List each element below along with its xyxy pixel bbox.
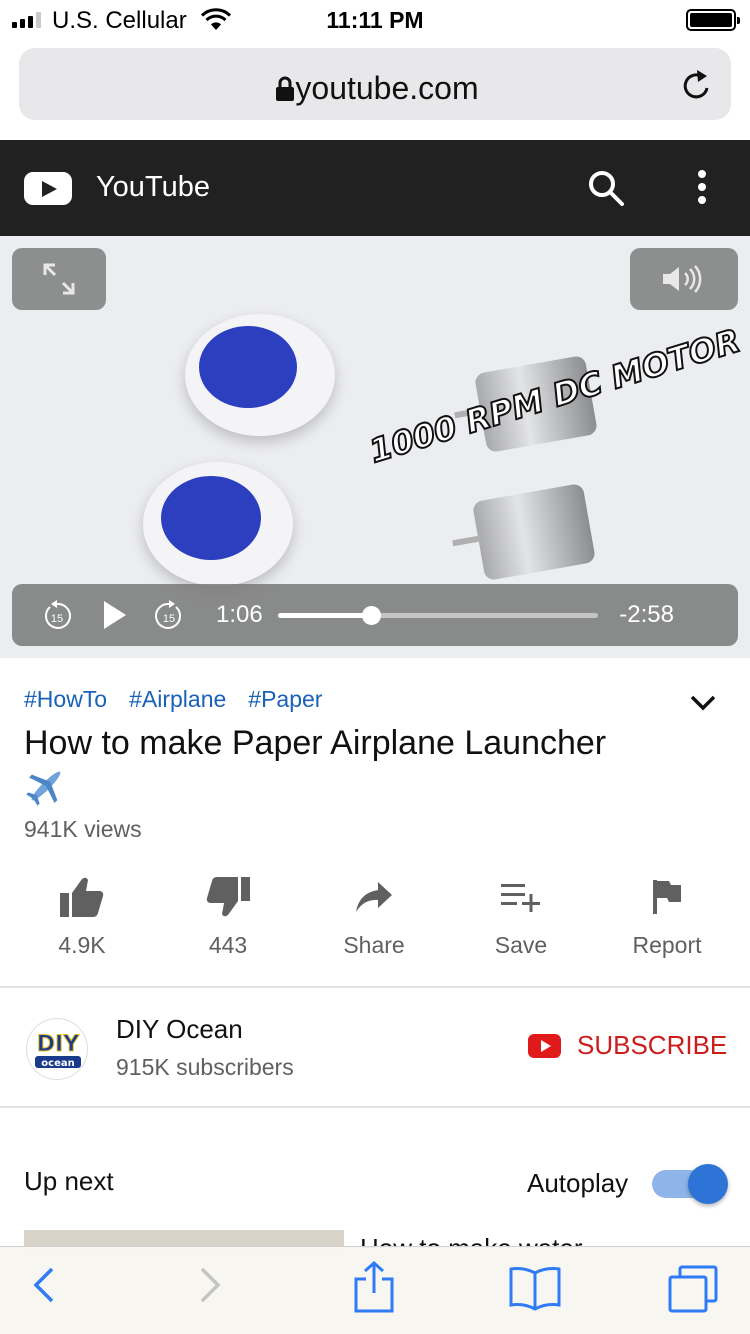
video-frame-disc — [185, 314, 335, 436]
elapsed-time: 1:06 — [216, 601, 263, 628]
hashtag-link[interactable]: #Paper — [248, 686, 322, 713]
bookmarks-icon[interactable] — [508, 1265, 562, 1316]
playback-controls: 15 15 1:06 -2:58 — [12, 584, 738, 646]
up-next-heading: Up next — [24, 1166, 114, 1196]
svg-text:DIY: DIY — [37, 1032, 80, 1057]
more-options-icon[interactable] — [696, 170, 708, 209]
play-icon[interactable] — [104, 601, 126, 629]
seek-bar[interactable] — [278, 606, 598, 625]
rewind-15-icon[interactable]: 15 — [42, 599, 72, 636]
action-bar: 4.9K 443 Share Save Report — [0, 868, 750, 968]
reload-icon[interactable] — [681, 68, 713, 107]
hashtag-link[interactable]: #Airplane — [129, 686, 226, 713]
subscribe-label: SUBSCRIBE — [577, 1030, 728, 1060]
share-label: Share — [343, 932, 405, 958]
expand-icon — [43, 263, 75, 295]
view-count: 941K views — [24, 816, 142, 842]
youtube-play-icon — [528, 1033, 561, 1058]
report-label: Report — [632, 932, 702, 958]
divider — [0, 986, 750, 988]
svg-text:15: 15 — [163, 613, 175, 625]
forward-icon[interactable] — [198, 1265, 224, 1310]
dislike-count: 443 — [208, 932, 248, 958]
seek-bar-handle[interactable] — [361, 606, 381, 625]
autoplay-toggle[interactable] — [652, 1164, 728, 1204]
share-arrow-icon — [304, 868, 444, 926]
divider — [0, 1106, 750, 1108]
remaining-time: -2:58 — [619, 601, 674, 628]
battery-icon — [686, 9, 740, 31]
status-time: 11:11 PM — [326, 7, 424, 33]
report-button[interactable]: Report — [597, 868, 737, 959]
hashtags: #HowTo #Airplane #Paper — [24, 686, 322, 713]
video-overlay-text: 1000 RPM DC MOTOR — [364, 320, 745, 471]
save-label: Save — [494, 932, 548, 958]
video-player[interactable]: 1000 RPM DC MOTOR 15 15 1:06 -2:58 — [0, 236, 750, 658]
address-bar-area: youtube.com — [0, 40, 750, 140]
chevron-down-icon[interactable] — [690, 694, 716, 717]
share-button[interactable]: Share — [304, 868, 444, 959]
speaker-icon — [663, 265, 702, 293]
fullscreen-button[interactable] — [12, 248, 106, 310]
tabs-icon[interactable] — [666, 1265, 720, 1320]
like-count: 4.9K — [58, 932, 106, 958]
autoplay-label: Autoplay — [527, 1168, 629, 1198]
video-title: How to make Paper Airplane Launcher — [24, 722, 674, 816]
address-bar[interactable]: youtube.com — [19, 48, 731, 120]
airplane-emoji — [24, 764, 68, 806]
search-icon[interactable] — [586, 168, 626, 213]
svg-text:ocean: ocean — [41, 1058, 74, 1069]
share-icon[interactable] — [352, 1260, 396, 1320]
youtube-title[interactable]: YouTube — [96, 171, 210, 204]
volume-button[interactable] — [630, 248, 738, 310]
back-icon[interactable] — [30, 1265, 56, 1310]
subscriber-count: 915K subscribers — [116, 1054, 294, 1080]
channel-avatar[interactable]: DIY ocean — [26, 1018, 88, 1080]
youtube-logo-icon[interactable] — [24, 172, 72, 205]
save-button[interactable]: Save — [451, 868, 591, 959]
video-frame-disc — [143, 462, 293, 586]
video-frame-motor — [471, 482, 597, 582]
like-button[interactable]: 4.9K — [12, 868, 152, 959]
forward-15-icon[interactable]: 15 — [154, 599, 184, 636]
dislike-button[interactable]: 443 — [158, 868, 298, 959]
playlist-add-icon — [451, 868, 591, 926]
channel-name[interactable]: DIY Ocean — [116, 1014, 243, 1045]
url-text: youtube.com — [295, 70, 479, 106]
thumbs-down-icon — [158, 868, 298, 926]
hashtag-link[interactable]: #HowTo — [24, 686, 107, 713]
browser-toolbar — [0, 1246, 750, 1334]
flag-icon — [597, 868, 737, 926]
subscribe-button[interactable]: SUBSCRIBE — [528, 1030, 727, 1061]
status-bar: U.S. Cellular 11:11 PM — [0, 0, 750, 40]
thumbs-up-icon — [12, 868, 152, 926]
youtube-header: YouTube — [0, 140, 750, 236]
svg-text:15: 15 — [51, 613, 63, 625]
seek-bar-progress — [278, 613, 371, 618]
